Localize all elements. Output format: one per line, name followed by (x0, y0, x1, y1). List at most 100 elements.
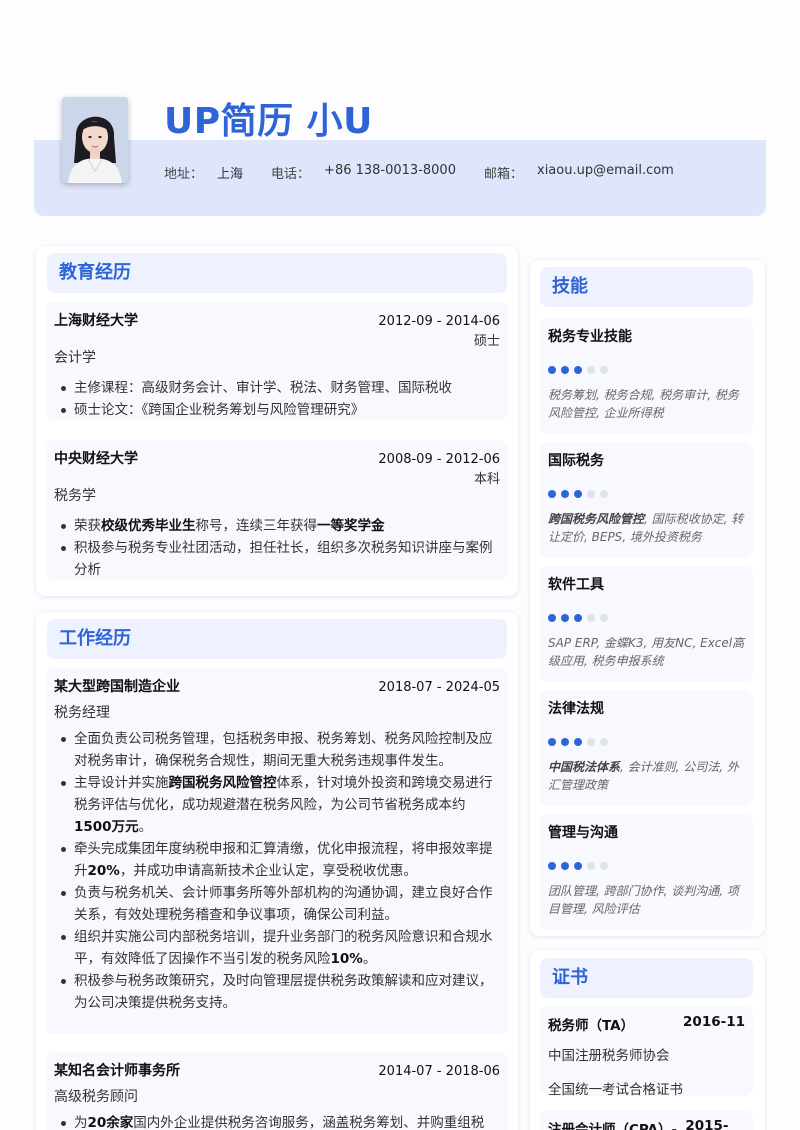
skill-description: 团队管理, 跨部门协作, 谈判沟通, 项目管理, 风险评估 (548, 884, 739, 916)
level-dot (548, 862, 556, 870)
level-dot (587, 738, 595, 746)
list-item: 为20余家国内外企业提供税务咨询服务，涵盖税务筹划、并购重组税 (54, 1112, 500, 1130)
skill-item: 税务专业技能 税务筹划, 税务合规, 税务审计, 税务风险管控, 企业所得税 (540, 318, 753, 434)
company-name: 某知名会计师事务所 (54, 1063, 180, 1079)
level-dot (548, 366, 556, 374)
education-bullets: 荣获校级优秀毕业生称号，连续三年获得一等奖学金 积极参与税务专业社团活动，担任社… (54, 515, 500, 581)
skill-item: 国际税务 跨国税务风险管控, 国际税收协定, 转让定价, BEPS, 境外投资税… (540, 442, 753, 558)
work-bullets: 为20余家国内外企业提供税务咨询服务，涵盖税务筹划、并购重组税 (54, 1112, 500, 1130)
level-dot (600, 366, 608, 374)
education-entry: 上海财经大学 2012-09 - 2014-06 硕士 会计学 主修课程：高级财… (46, 302, 508, 420)
list-item: 主修课程：高级财务会计、审计学、税法、财务管理、国际税收 (54, 377, 500, 399)
list-item: 组织并实施公司内部税务培训，提升业务部门的税务风险意识和合规水平，有效降低了因操… (54, 926, 500, 970)
level-dot (600, 490, 608, 498)
work-date: 2018-07 - 2024-05 (378, 680, 500, 695)
level-dot (587, 366, 595, 374)
skills-section-title: 技能 (540, 267, 753, 307)
major: 税务学 (54, 488, 96, 504)
level-dot (600, 614, 608, 622)
level-dot (574, 738, 582, 746)
cert-note: 全国统一考试合格证书 (548, 1082, 683, 1098)
phone-label: 电话： (271, 167, 311, 182)
level-dot (600, 862, 608, 870)
list-item: 硕士论文：《跨国企业税务筹划与风险管理研究》 (54, 399, 500, 421)
list-item: 积极参与税务专业社团活动，担任社长，组织多次税务知识讲座与案例分析 (54, 537, 500, 581)
skill-description: 税务筹划, 税务合规, 税务审计, 税务风险管控, 企业所得税 (548, 388, 739, 420)
skill-item: 管理与沟通 团队管理, 跨部门协作, 谈判沟通, 项目管理, 风险评估 (540, 814, 753, 930)
education-bullets: 主修课程：高级财务会计、审计学、税法、财务管理、国际税收 硕士论文：《跨国企业税… (54, 377, 500, 421)
skill-name: 软件工具 (548, 577, 604, 593)
work-entry-header: 某知名会计师事务所 2014-07 - 2018-06 (54, 1060, 500, 1080)
major: 会计学 (54, 350, 96, 366)
address-value: 上海 (217, 167, 244, 182)
cert-date: 2016-11 (683, 1014, 745, 1030)
education-entry: 中央财经大学 2008-09 - 2012-06 本科 税务学 荣获校级优秀毕业… (46, 440, 508, 580)
phone-value[interactable]: +86 138-0013-8000 (324, 163, 456, 182)
skill-level (548, 366, 745, 374)
skill-item: 法律法规 中国税法体系, 会计准则, 公司法, 外汇管理政策 (540, 690, 753, 806)
work-bullets: 全面负责公司税务管理，包括税务申报、税务筹划、税务风险控制及应对税务审计，确保税… (54, 728, 500, 1014)
job-title: 税务经理 (54, 705, 110, 721)
skill-level (548, 738, 745, 746)
skill-description: SAP ERP, 金蝶K3, 用友NC, Excel高级应用, 税务申报系统 (548, 636, 745, 668)
address-label: 地址： (164, 167, 204, 182)
address-group: 地址： 上海 (164, 163, 243, 182)
skill-name: 管理与沟通 (548, 825, 618, 841)
candidate-name: UP简历 小U (164, 101, 373, 142)
work-date: 2014-07 - 2018-06 (378, 1064, 500, 1079)
job-title: 高级税务顾问 (54, 1089, 138, 1105)
email-value[interactable]: xiaou.up@email.com (537, 163, 674, 182)
cert-entry: 注册会计师（CPA）-部 2015-09 (540, 1110, 753, 1130)
contact-info: 地址： 上海 电话： +86 138-0013-8000 邮箱： xiaou.u… (164, 163, 692, 182)
list-item: 牵头完成集团年度纳税申报和汇算清缴，优化申报流程，将申报效率提升20%，并成功申… (54, 838, 500, 882)
level-dot (574, 614, 582, 622)
avatar (62, 97, 128, 183)
list-item: 荣获校级优秀毕业生称号，连续三年获得一等奖学金 (54, 515, 500, 537)
education-card: 教育经历 上海财经大学 2012-09 - 2014-06 硕士 会计学 主修课… (36, 246, 518, 596)
cert-issuer: 中国注册税务师协会 (548, 1048, 670, 1064)
level-dot (561, 366, 569, 374)
cert-date: 2015-09 (685, 1118, 729, 1130)
work-entry: 某知名会计师事务所 2014-07 - 2018-06 高级税务顾问 为20余家… (46, 1052, 508, 1130)
skills-list: 税务专业技能 税务筹划, 税务合规, 税务审计, 税务风险管控, 企业所得税 国… (540, 310, 753, 930)
list-item: 全面负责公司税务管理，包括税务申报、税务筹划、税务风险控制及应对税务审计，确保税… (54, 728, 500, 772)
skill-level (548, 862, 745, 870)
education-entry-header: 中央财经大学 2008-09 - 2012-06 (54, 448, 500, 468)
level-dot (587, 862, 595, 870)
cert-entry: 税务师（TA） 2016-11 中国注册税务师协会 全国统一考试合格证书 (540, 1006, 753, 1098)
level-dot (600, 738, 608, 746)
education-section-title: 教育经历 (47, 253, 507, 293)
skills-card: 技能 税务专业技能 税务筹划, 税务合规, 税务审计, 税务风险管控, 企业所得… (530, 260, 765, 936)
level-dot (574, 490, 582, 498)
skill-name: 税务专业技能 (548, 329, 632, 345)
portrait-photo (62, 97, 128, 183)
level-dot (548, 738, 556, 746)
email-group: 邮箱： xiaou.up@email.com (484, 163, 674, 182)
level-dot (574, 862, 582, 870)
level-dot (548, 490, 556, 498)
cert-header: 税务师（TA） 2016-11 (548, 1014, 745, 1034)
list-item: 积极参与税务政策研究，及时向管理层提供税务政策解读和应对建议，为公司决策提供税务… (54, 970, 500, 1014)
work-entry-header: 某大型跨国制造企业 2018-07 - 2024-05 (54, 676, 500, 696)
cert-name: 税务师（TA） (548, 1018, 635, 1034)
list-item: 负责与税务机关、会计师事务所等外部机构的沟通协调，建立良好合作关系，有效处理税务… (54, 882, 500, 926)
level-dot (587, 614, 595, 622)
work-section-title: 工作经历 (47, 619, 507, 659)
skill-description: 中国税法体系, 会计准则, 公司法, 外汇管理政策 (548, 760, 739, 792)
education-date: 2012-09 - 2014-06 (378, 314, 500, 329)
level-dot (574, 366, 582, 374)
level-dot (561, 862, 569, 870)
skill-name: 法律法规 (548, 701, 604, 717)
work-entry: 某大型跨国制造企业 2018-07 - 2024-05 税务经理 全面负责公司税… (46, 668, 508, 1034)
level-dot (561, 738, 569, 746)
cert-header: 注册会计师（CPA）-部 2015-09 (548, 1118, 745, 1130)
list-item: 主导设计并实施跨国税务风险管控体系，针对境外投资和跨境交易进行税务评估与优化，成… (54, 772, 500, 838)
header-top (34, 68, 766, 140)
cert-name: 注册会计师（CPA）-部 (548, 1122, 678, 1130)
skill-name: 国际税务 (548, 453, 604, 469)
email-label: 邮箱： (483, 167, 523, 182)
skill-level (548, 490, 745, 498)
company-name: 某大型跨国制造企业 (54, 679, 180, 695)
certs-section-title: 证书 (540, 958, 753, 998)
level-dot (548, 614, 556, 622)
